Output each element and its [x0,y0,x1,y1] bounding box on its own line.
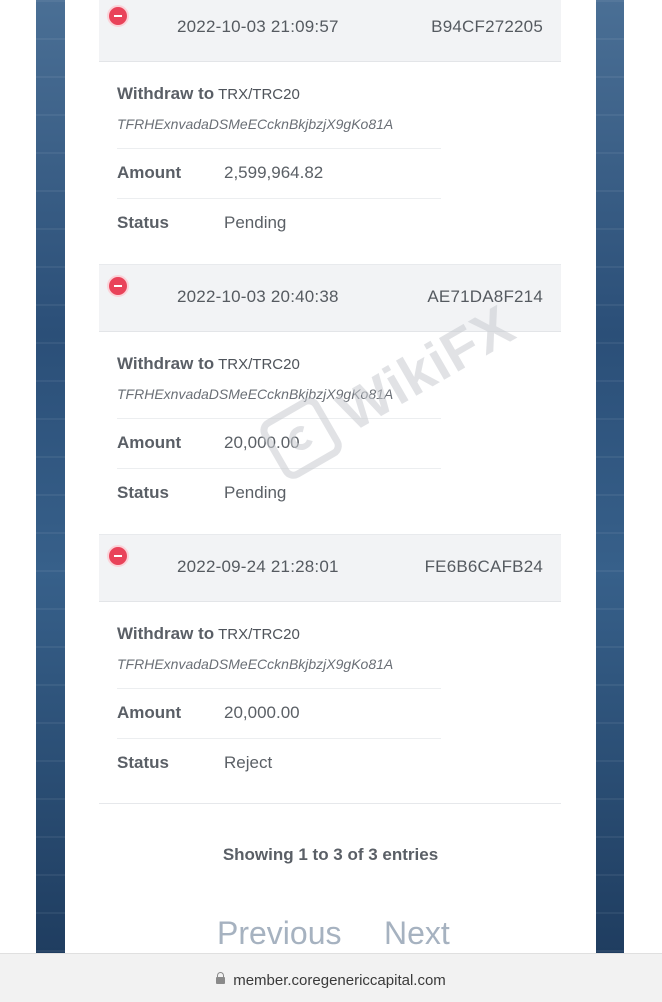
withdrawal-datetime: 2022-10-03 20:40:38 [177,287,339,306]
amount-value: 20,000.00 [224,433,300,452]
withdrawal-card-header: 2022-09-24 21:28:01 FE6B6CAFB24 [99,534,561,602]
withdrawal-card: 2022-10-03 20:40:38 AE71DA8F214 Withdraw… [99,264,561,518]
withdrawal-reference: B94CF272205 [431,17,543,36]
withdrawal-card-header: 2022-10-03 20:40:38 AE71DA8F214 [99,264,561,332]
remove-icon[interactable] [107,545,129,567]
withdraw-network: TRX/TRC20 [218,626,300,643]
next-page-button[interactable]: Next [384,915,450,952]
amount-row: Amount 2,599,964.82 [117,149,441,199]
withdraw-to-row: Withdraw to TRX/TRC20 TFRHExnvadaDSMeECck… [117,602,441,689]
withdrawal-reference: FE6B6CAFB24 [424,557,543,576]
list-divider [99,803,561,804]
status-value: Reject [224,753,273,772]
lock-icon [216,972,226,984]
browser-address-bar[interactable]: member.coregenericcapital.com [0,953,662,1002]
previous-page-button[interactable]: Previous [217,915,342,952]
minus-icon [114,15,122,17]
amount-label: Amount [117,163,182,182]
minus-icon [114,285,122,287]
amount-label: Amount [117,433,182,452]
amount-row: Amount 20,000.00 [117,419,441,469]
withdraw-network: TRX/TRC20 [218,356,300,373]
status-row: Status Pending [117,199,441,248]
minus-icon [114,555,122,557]
page-right-margin [624,0,662,953]
withdraw-to-label: Withdraw to [117,84,215,103]
remove-icon[interactable] [107,275,129,297]
withdrawal-reference: AE71DA8F214 [427,287,543,306]
withdrawal-card: 2022-09-24 21:28:01 FE6B6CAFB24 Withdraw… [99,534,561,788]
background-left-strip [36,0,65,953]
withdraw-to-row: Withdraw to TRX/TRC20 TFRHExnvadaDSMeECck… [117,62,441,149]
withdraw-to-line: Withdraw to TRX/TRC20 [117,354,300,374]
withdrawal-card-header: 2022-10-03 21:09:57 B94CF272205 [99,0,561,62]
status-row: Status Reject [117,739,441,788]
withdrawal-card-body: Withdraw to TRX/TRC20 TFRHExnvadaDSMeECck… [99,332,561,518]
status-label: Status [117,753,169,772]
withdraw-to-row: Withdraw to TRX/TRC20 TFRHExnvadaDSMeECck… [117,332,441,419]
withdrawal-datetime: 2022-10-03 21:09:57 [177,17,339,36]
entries-summary: Showing 1 to 3 of 3 entries [222,845,439,864]
status-label: Status [117,213,169,232]
status-value: Pending [224,483,287,502]
withdrawal-card-body: Withdraw to TRX/TRC20 TFRHExnvadaDSMeECck… [99,602,561,788]
amount-value: 2,599,964.82 [224,163,324,182]
amount-value: 20,000.00 [224,703,300,722]
withdraw-to-line: Withdraw to TRX/TRC20 [117,84,300,104]
withdrawal-card-body: Withdraw to TRX/TRC20 TFRHExnvadaDSMeECck… [99,62,561,248]
wallet-address: TFRHExnvadaDSMeECcknBkjbzjX9gKo81A [117,116,394,132]
status-label: Status [117,483,169,502]
amount-row: Amount 20,000.00 [117,689,441,739]
url-text: member.coregenericcapital.com [233,972,446,989]
withdraw-to-line: Withdraw to TRX/TRC20 [117,624,300,644]
address-bar-content: member.coregenericcapital.com [0,972,662,989]
wallet-address: TFRHExnvadaDSMeECcknBkjbzjX9gKo81A [117,386,394,402]
background-right-strip [596,0,624,953]
withdraw-network: TRX/TRC20 [218,86,300,103]
withdraw-to-label: Withdraw to [117,624,215,643]
withdraw-to-label: Withdraw to [117,354,215,373]
status-row: Status Pending [117,469,441,518]
wallet-address: TFRHExnvadaDSMeECcknBkjbzjX9gKo81A [117,656,394,672]
withdrawal-datetime: 2022-09-24 21:28:01 [177,557,339,576]
withdrawal-card: 2022-10-03 21:09:57 B94CF272205 Withdraw… [99,0,561,248]
page-left-margin [0,0,36,953]
status-value: Pending [224,213,287,232]
withdrawal-history-panel: 2022-10-03 21:09:57 B94CF272205 Withdraw… [65,0,596,953]
amount-label: Amount [117,703,182,722]
remove-icon[interactable] [107,5,129,27]
